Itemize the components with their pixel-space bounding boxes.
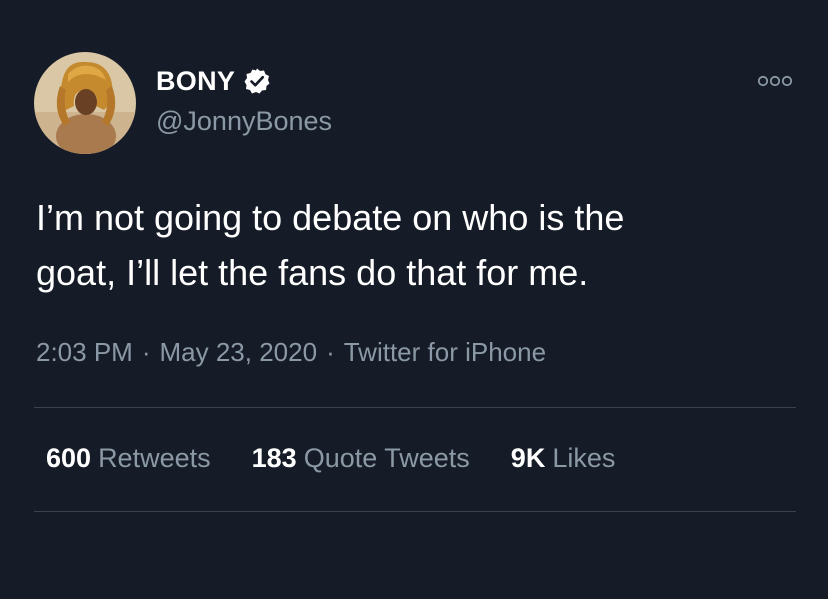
likes-count: 9K (510, 443, 546, 473)
likes-stat[interactable]: 9K Likes (511, 443, 616, 474)
author-name-row: BONY (156, 64, 271, 98)
tweet-stats: 600 Retweets 183 Quote Tweets 9K Likes (46, 443, 615, 474)
quote-tweets-label: Quote Tweets (303, 443, 470, 473)
meta-separator: · (141, 337, 151, 367)
tweet-date[interactable]: May 23, 2020 (160, 337, 318, 367)
meta-separator: · (326, 337, 335, 367)
tweet-meta: 2:03 PM · May 23, 2020 · Twitter for iPhone (36, 337, 546, 368)
tweet-source[interactable]: Twitter for iPhone (344, 337, 546, 367)
quote-tweets-stat[interactable]: 183 Quote Tweets (252, 443, 470, 474)
avatar[interactable] (34, 52, 136, 154)
divider (34, 407, 796, 408)
likes-label: Likes (552, 443, 616, 473)
divider (34, 511, 796, 512)
retweets-stat[interactable]: 600 Retweets (46, 443, 211, 474)
verified-badge-icon (243, 67, 271, 95)
tweet-text: I’m not going to debate on who is the go… (36, 197, 625, 293)
author-handle[interactable]: @JonnyBones (156, 106, 332, 137)
retweets-label: Retweets (98, 443, 211, 473)
more-options-icon[interactable] (752, 70, 798, 92)
lion-headdress-avatar-icon (34, 52, 136, 154)
tweet-time[interactable]: 2:03 PM (36, 337, 133, 367)
quote-tweets-count: 183 (251, 443, 297, 473)
display-name[interactable]: BONY (156, 66, 235, 97)
retweets-count: 600 (46, 443, 92, 473)
